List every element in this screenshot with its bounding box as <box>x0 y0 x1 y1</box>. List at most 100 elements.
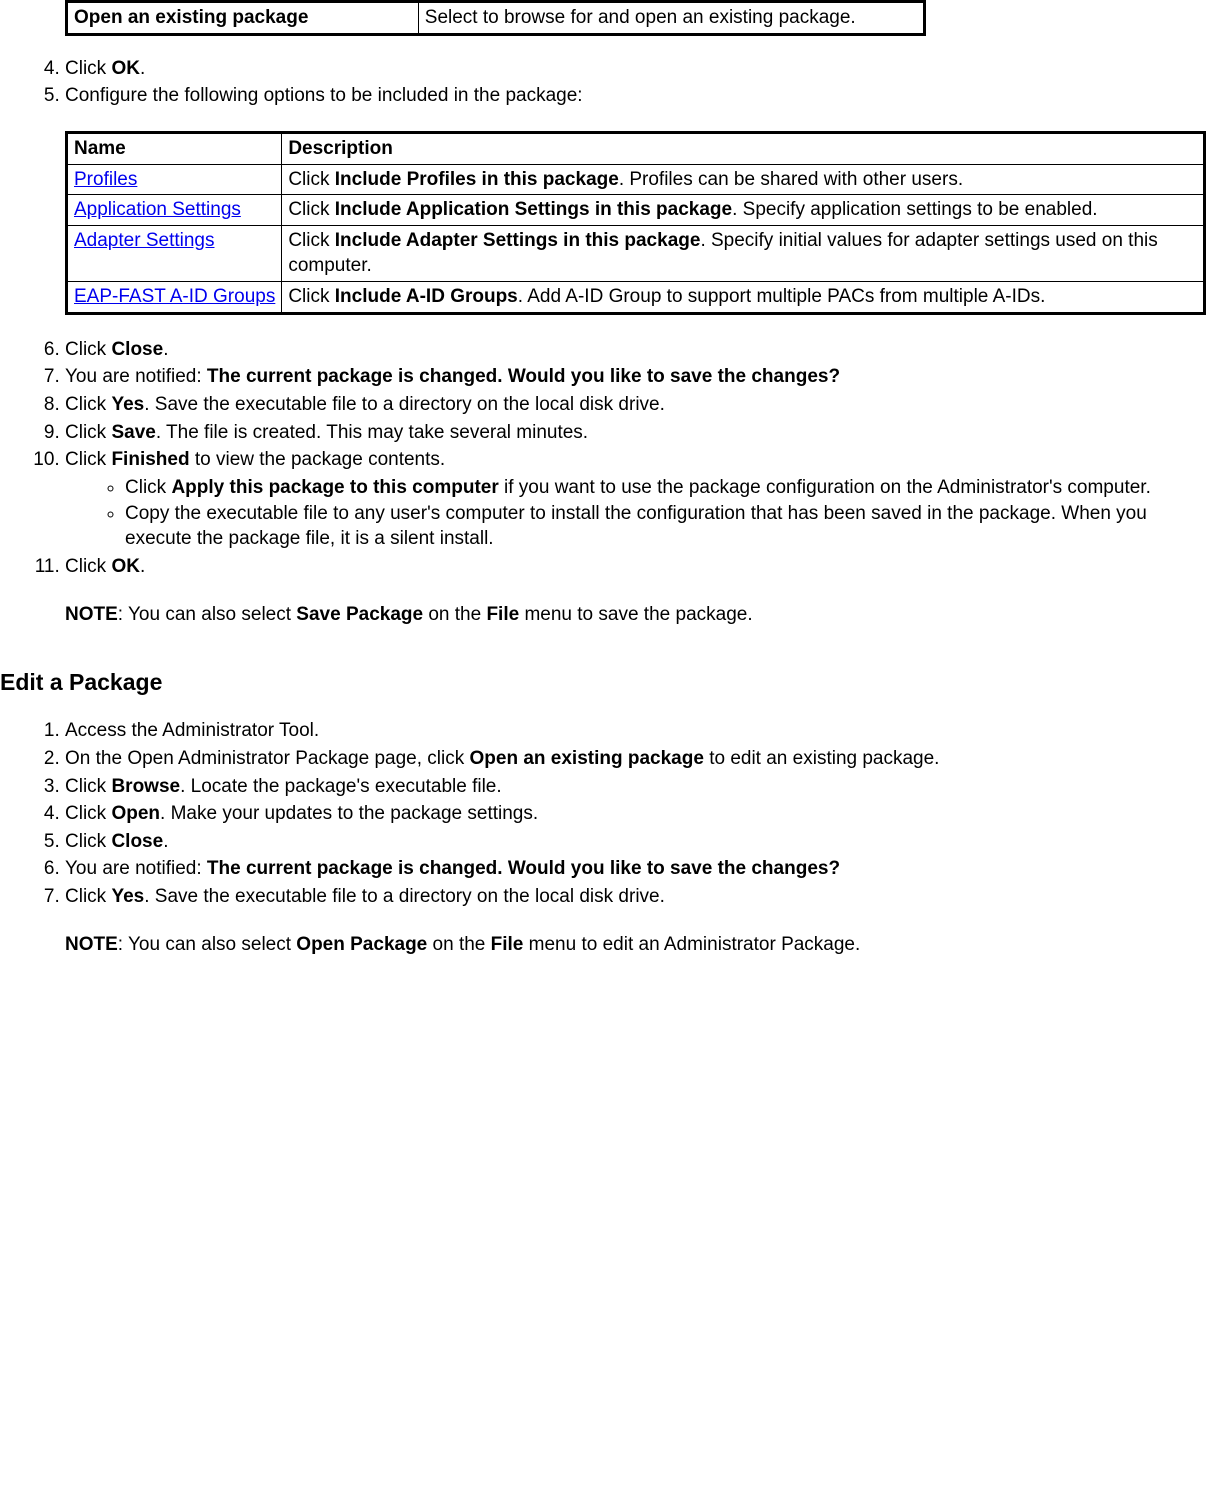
link-adapter-settings[interactable]: Adapter Settings <box>74 230 214 251</box>
text: Click <box>65 394 111 415</box>
text: Click <box>288 286 334 307</box>
text: on the <box>423 604 486 625</box>
text: . <box>140 556 145 577</box>
text: : You can also select <box>118 604 297 625</box>
text: . <box>163 831 168 852</box>
open-existing-table: Open an existing package Select to brows… <box>65 0 926 36</box>
step-5: Configure the following options to be in… <box>65 83 1206 314</box>
text: Configure the following options to be in… <box>65 85 583 106</box>
text: menu to save the package. <box>519 604 752 625</box>
bold: File <box>491 934 524 955</box>
open-existing-desc: Select to browse for and open an existin… <box>418 2 924 35</box>
text: Click <box>65 556 111 577</box>
list-item: Copy the executable file to any user's c… <box>125 501 1206 552</box>
edit-package-steps: Access the Administrator Tool. On the Op… <box>30 718 1206 957</box>
bold: Close <box>111 831 163 852</box>
step-6: Click Close. <box>65 337 1206 363</box>
text: on the <box>427 934 490 955</box>
note-label: NOTE <box>65 604 118 625</box>
table-row: Profiles Click Include Profiles in this … <box>67 164 1205 195</box>
link-application-settings[interactable]: Application Settings <box>74 199 241 220</box>
bold: Yes <box>111 886 144 907</box>
table-row: Application Settings Click Include Appli… <box>67 195 1205 226</box>
text: . Add A-ID Group to support multiple PAC… <box>518 286 1046 307</box>
text: . Save the executable file to a director… <box>144 394 665 415</box>
bold: The current package is changed. Would yo… <box>207 858 840 879</box>
text: . Locate the package's executable file. <box>180 776 502 797</box>
text: . <box>163 339 168 360</box>
note-label: NOTE <box>65 934 118 955</box>
text: Click <box>65 449 111 470</box>
text: Click <box>65 803 111 824</box>
edit-step-1: Access the Administrator Tool. <box>65 718 1206 744</box>
text: Click <box>65 58 111 79</box>
edit-step-2: On the Open Administrator Package page, … <box>65 746 1206 772</box>
desc-cell: Click Include Profiles in this package. … <box>282 164 1205 195</box>
text: Click <box>65 776 111 797</box>
text: to view the package contents. <box>190 449 446 470</box>
text: . The file is created. This may take sev… <box>156 422 588 443</box>
table-row: EAP-FAST A-ID Groups Click Include A-ID … <box>67 282 1205 314</box>
edit-step-7: Click Yes. Save the executable file to a… <box>65 884 1206 957</box>
bold: Finished <box>111 449 189 470</box>
edit-step-5: Click Close. <box>65 829 1206 855</box>
bold: Include Profiles in this package <box>335 169 619 190</box>
table-row: Open an existing package Select to brows… <box>67 2 925 35</box>
text: . Profiles can be shared with other user… <box>619 169 963 190</box>
text: Click <box>288 169 334 190</box>
col-description: Description <box>282 132 1205 164</box>
text: You are notified: <box>65 858 207 879</box>
text: Copy the executable file to any user's c… <box>125 503 1147 550</box>
text: if you want to use the package configura… <box>499 477 1151 498</box>
text: . <box>140 58 145 79</box>
bold: Apply this package to this computer <box>171 477 498 498</box>
note-save-package: NOTE: You can also select Save Package o… <box>65 602 1206 628</box>
bold: Open Package <box>296 934 427 955</box>
step-10: Click Finished to view the package conte… <box>65 447 1206 552</box>
open-existing-label: Open an existing package <box>67 2 419 35</box>
link-eap-fast-aid-groups[interactable]: EAP-FAST A-ID Groups <box>74 286 275 307</box>
table-row: Adapter Settings Click Include Adapter S… <box>67 225 1205 281</box>
step-4: Click OK. <box>65 56 1206 82</box>
bold: Include Application Settings in this pac… <box>335 199 732 220</box>
col-name: Name <box>67 132 282 164</box>
step-7: You are notified: The current package is… <box>65 364 1206 390</box>
text: You are notified: <box>65 366 207 387</box>
bold: Open <box>111 803 160 824</box>
bold: Close <box>111 339 163 360</box>
heading-edit-a-package: Edit a Package <box>0 667 1216 698</box>
text: Click <box>65 886 111 907</box>
text: Click <box>65 422 111 443</box>
link-profiles[interactable]: Profiles <box>74 169 137 190</box>
bold: Browse <box>111 776 180 797</box>
bold: Open an existing package <box>470 748 704 769</box>
text: Click <box>65 339 111 360</box>
table-header-row: Name Description <box>67 132 1205 164</box>
text: Click <box>65 831 111 852</box>
text: Access the Administrator Tool. <box>65 720 319 741</box>
text: to edit an existing package. <box>704 748 940 769</box>
step-11: Click OK. NOTE: You can also select Save… <box>65 554 1206 627</box>
edit-step-4: Click Open. Make your updates to the pac… <box>65 801 1206 827</box>
list-item: Click Apply this package to this compute… <box>125 475 1206 501</box>
text: Click <box>288 199 334 220</box>
text: . Make your updates to the package setti… <box>160 803 538 824</box>
bold: File <box>486 604 519 625</box>
text: Click <box>288 230 334 251</box>
step-9: Click Save. The file is created. This ma… <box>65 420 1206 446</box>
text: : You can also select <box>118 934 297 955</box>
text: menu to edit an Administrator Package. <box>523 934 860 955</box>
text: . Save the executable file to a director… <box>144 886 665 907</box>
options-table: Name Description Profiles Click Include … <box>65 131 1206 315</box>
bold: OK <box>111 58 140 79</box>
bold: OK <box>111 556 140 577</box>
text: Click <box>125 477 171 498</box>
bold: Include Adapter Settings in this package <box>335 230 701 251</box>
bold: Save Package <box>296 604 423 625</box>
bold: The current package is changed. Would yo… <box>207 366 840 387</box>
edit-step-3: Click Browse. Locate the package's execu… <box>65 774 1206 800</box>
desc-cell: Click Include A-ID Groups. Add A-ID Grou… <box>282 282 1205 314</box>
bold: Yes <box>111 394 144 415</box>
text: On the Open Administrator Package page, … <box>65 748 470 769</box>
step-8: Click Yes. Save the executable file to a… <box>65 392 1206 418</box>
